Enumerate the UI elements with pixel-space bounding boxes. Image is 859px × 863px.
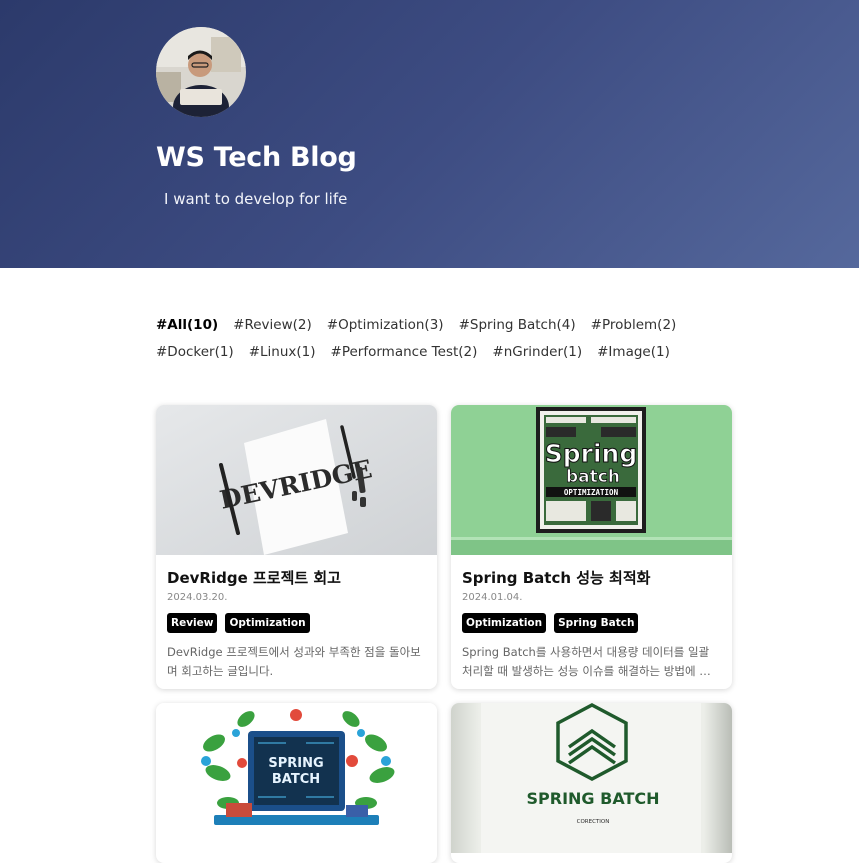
post-thumbnail: SPRING BATCH CORECTION bbox=[451, 703, 732, 853]
post-summary: Spring Batch를 사용하면서 대용량 데이터를 일괄 처리할 때 발생… bbox=[462, 645, 721, 678]
post-thumbnail: Spring batch OPTIMIZATION bbox=[451, 405, 732, 555]
tag-problem[interactable]: #Problem(2) bbox=[591, 316, 677, 334]
profile-avatar[interactable] bbox=[156, 27, 246, 117]
tag-ngrinder[interactable]: #nGrinder(1) bbox=[492, 343, 582, 361]
svg-text:SPRING BATCH: SPRING BATCH bbox=[527, 789, 660, 808]
post-thumbnail: DEVRIDGE bbox=[156, 405, 437, 555]
blog-title[interactable]: WS Tech Blog bbox=[156, 142, 357, 173]
tag-review[interactable]: #Review(2) bbox=[233, 316, 312, 334]
tag-image[interactable]: #Image(1) bbox=[597, 343, 670, 361]
post-card[interactable]: Spring batch OPTIMIZATION Spring Batch 성… bbox=[451, 405, 732, 689]
svg-text:SPRING: SPRING bbox=[268, 756, 323, 771]
svg-text:CORECTION: CORECTION bbox=[577, 819, 610, 825]
tag-filter-list: #All(10) #Review(2) #Optimization(3) #Sp… bbox=[156, 316, 746, 361]
post-categories: Review Optimization bbox=[167, 613, 426, 633]
category-badge[interactable]: Review bbox=[167, 613, 218, 633]
post-date: 2024.03.20. bbox=[167, 592, 228, 603]
tag-docker[interactable]: #Docker(1) bbox=[156, 343, 234, 361]
post-title[interactable]: Spring Batch 성능 최적화 bbox=[462, 568, 721, 588]
category-badge[interactable]: Optimization bbox=[225, 613, 310, 633]
svg-text:BATCH: BATCH bbox=[272, 772, 320, 787]
post-title[interactable]: DevRidge 프로젝트 회고 bbox=[167, 568, 426, 588]
post-card[interactable]: SPRING BATCH CORECTION bbox=[451, 703, 732, 863]
post-card[interactable]: DEVRIDGE DevRidge 프로젝트 회고 2024.03.20. Re… bbox=[156, 405, 437, 689]
svg-text:OPTIMIZATION: OPTIMIZATION bbox=[564, 488, 619, 497]
tag-performance-test[interactable]: #Performance Test(2) bbox=[331, 343, 478, 361]
tag-spring-batch[interactable]: #Spring Batch(4) bbox=[459, 316, 576, 334]
tag-optimization[interactable]: #Optimization(3) bbox=[327, 316, 444, 334]
tag-all[interactable]: #All(10) bbox=[156, 316, 218, 334]
category-badge[interactable]: Spring Batch bbox=[554, 613, 639, 633]
svg-text:batch: batch bbox=[566, 467, 620, 487]
blog-header: WS Tech Blog I want to develop for life bbox=[0, 0, 859, 268]
tag-linux[interactable]: #Linux(1) bbox=[249, 343, 316, 361]
post-categories: Optimization Spring Batch bbox=[462, 613, 721, 633]
svg-text:Spring: Spring bbox=[545, 439, 638, 468]
post-thumbnail: SPRING BATCH bbox=[156, 703, 437, 853]
post-summary: DevRidge 프로젝트에서 성과와 부족한 점을 돌아보며 회고하는 글입니… bbox=[167, 645, 421, 678]
post-date: 2024.01.04. bbox=[462, 592, 523, 603]
post-card[interactable]: SPRING BATCH bbox=[156, 703, 437, 863]
category-badge[interactable]: Optimization bbox=[462, 613, 547, 633]
blog-description: I want to develop for life bbox=[164, 190, 348, 208]
